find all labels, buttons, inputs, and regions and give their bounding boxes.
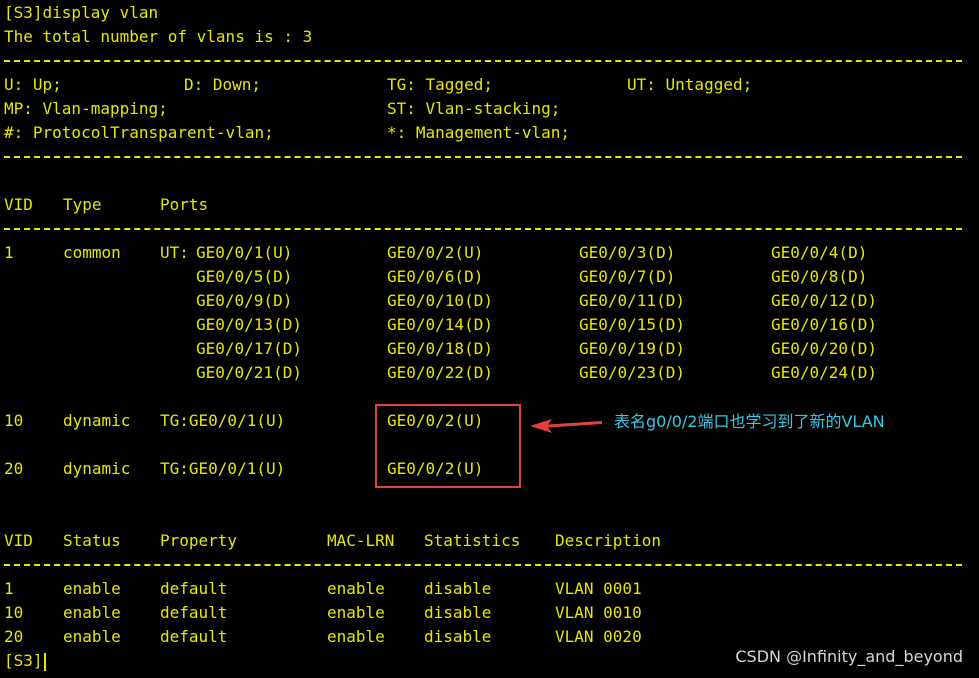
port-cell: GE0/0/15(D) xyxy=(579,315,685,334)
port-cell: GE0/0/5(D) xyxy=(196,267,293,286)
separator xyxy=(4,228,962,230)
port-cell: GE0/0/16(D) xyxy=(771,315,877,334)
legend-protocol: #: ProtocolTransparent-vlan; xyxy=(4,123,274,142)
vlan1-vid: 1 xyxy=(4,243,14,262)
port-cell: GE0/0/8(D) xyxy=(771,267,868,286)
prompt-text: [S3] xyxy=(4,651,43,670)
vlan10-vid: 10 xyxy=(4,411,24,430)
separator xyxy=(4,60,962,62)
separator xyxy=(4,156,962,158)
status-cell: enable xyxy=(63,627,121,646)
port-cell: GE0/0/1(U) xyxy=(196,243,293,262)
text-cursor xyxy=(43,652,46,671)
status-cell: VLAN 0001 xyxy=(555,579,642,598)
legend-up: U: Up; xyxy=(4,75,62,94)
legend-down: D: Down; xyxy=(184,75,262,94)
legend-management: *: Management-vlan; xyxy=(387,123,571,142)
port-cell: GE0/0/2(U) xyxy=(387,243,484,262)
status-cell: enable xyxy=(63,579,121,598)
status-header-mac-lrn: MAC-LRN xyxy=(327,531,395,550)
status-cell: default xyxy=(160,603,228,622)
port-cell: GE0/0/10(D) xyxy=(387,291,493,310)
legend-mapping: MP: Vlan-mapping; xyxy=(4,99,168,118)
port-cell: GE0/0/4(D) xyxy=(771,243,868,262)
port-cell: GE0/0/6(D) xyxy=(387,267,484,286)
port-cell: TG:GE0/0/1(U) xyxy=(160,459,286,478)
status-cell: disable xyxy=(424,627,492,646)
status-cell: default xyxy=(160,627,228,646)
legend-tagged: TG: Tagged; xyxy=(387,75,493,94)
ports-header-ports: Ports xyxy=(160,195,209,214)
watermark: CSDN @Infinity_and_beyond xyxy=(735,647,963,666)
status-cell: enable xyxy=(327,627,385,646)
status-cell: disable xyxy=(424,579,492,598)
legend-untagged: UT: Untagged; xyxy=(627,75,753,94)
annotation-arrow-icon xyxy=(530,419,602,433)
status-cell: VLAN 0010 xyxy=(555,603,642,622)
terminal-window[interactable]: [S3]display vlan The total number of vla… xyxy=(0,0,979,678)
ports-header-type: Type xyxy=(63,195,102,214)
port-cell: GE0/0/22(D) xyxy=(387,363,493,382)
status-cell: enable xyxy=(327,579,385,598)
vlan10-type: dynamic xyxy=(63,411,131,430)
vlan1-prefix: UT: xyxy=(160,243,189,262)
port-cell: GE0/0/3(D) xyxy=(579,243,676,262)
vlan20-type: dynamic xyxy=(63,459,131,478)
port-cell: GE0/0/12(D) xyxy=(771,291,877,310)
status-cell: VLAN 0020 xyxy=(555,627,642,646)
port-cell: GE0/0/19(D) xyxy=(579,339,685,358)
status-header-vid: VID xyxy=(4,531,33,550)
status-cell: 10 xyxy=(4,603,24,622)
command-line: [S3]display vlan xyxy=(4,3,159,22)
status-cell: default xyxy=(160,579,228,598)
status-header-statistics: Statistics xyxy=(424,531,521,550)
port-cell: GE0/0/14(D) xyxy=(387,315,493,334)
status-cell: enable xyxy=(63,603,121,622)
port-cell: GE0/0/21(D) xyxy=(196,363,302,382)
port-cell: GE0/0/20(D) xyxy=(771,339,877,358)
highlight-box xyxy=(375,404,521,488)
status-cell: enable xyxy=(327,603,385,622)
status-cell: disable xyxy=(424,603,492,622)
status-cell: 20 xyxy=(4,627,24,646)
port-cell: GE0/0/18(D) xyxy=(387,339,493,358)
status-cell: 1 xyxy=(4,579,14,598)
legend-stacking: ST: Vlan-stacking; xyxy=(387,99,561,118)
annotation-text: 表名g0/0/2端口也学习到了新的VLAN xyxy=(614,412,885,431)
status-header-status: Status xyxy=(63,531,121,550)
port-cell: GE0/0/17(D) xyxy=(196,339,302,358)
separator xyxy=(4,564,962,566)
status-header-description: Description xyxy=(555,531,661,550)
vlan1-type: common xyxy=(63,243,121,262)
port-cell: TG:GE0/0/1(U) xyxy=(160,411,286,430)
total-vlans-line: The total number of vlans is : 3 xyxy=(4,27,313,46)
port-cell: GE0/0/11(D) xyxy=(579,291,685,310)
port-cell: GE0/0/24(D) xyxy=(771,363,877,382)
port-cell: GE0/0/13(D) xyxy=(196,315,302,334)
command-prompt[interactable]: [S3] xyxy=(4,650,46,672)
port-cell: GE0/0/7(D) xyxy=(579,267,676,286)
ports-header-vid: VID xyxy=(4,195,33,214)
port-cell: GE0/0/9(D) xyxy=(196,291,293,310)
port-cell: GE0/0/23(D) xyxy=(579,363,685,382)
vlan20-vid: 20 xyxy=(4,459,24,478)
status-header-property: Property xyxy=(160,531,238,550)
